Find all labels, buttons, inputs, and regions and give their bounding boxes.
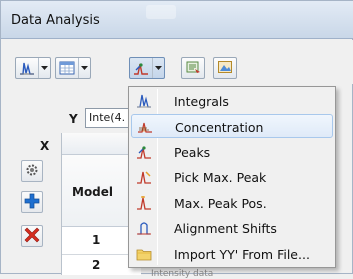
menu-item-label: Integrals: [174, 94, 229, 109]
chevron-down-icon: [78, 58, 90, 78]
close-icon: [24, 227, 40, 246]
add-button[interactable]: [21, 191, 43, 213]
export-button[interactable]: [181, 57, 205, 79]
export-icon: [185, 60, 201, 77]
menu-item-label: Concentration: [175, 120, 264, 135]
x-label: X: [40, 139, 50, 153]
menu-item-label: Pick Max. Peak: [174, 170, 267, 185]
cut-off-row-text: Intensity data: [151, 269, 214, 279]
chevron-down-icon: [152, 58, 164, 78]
menu-item-label: Import YY' From File...: [174, 247, 310, 262]
window-title: Data Analysis: [11, 13, 100, 28]
row-number: 2: [92, 258, 101, 272]
folder-icon: [131, 242, 157, 266]
model-column-header: Model: [72, 185, 114, 199]
row-number: 1: [92, 233, 101, 247]
spectrum-chart-icon: [16, 58, 38, 78]
image-icon: [217, 60, 233, 77]
menu-item-peaks[interactable]: Peaks: [131, 140, 333, 164]
menu-item-label: Max. Peak Pos.: [174, 196, 267, 211]
table-icon: [56, 58, 78, 78]
menu-item-integrals[interactable]: Integrals: [131, 89, 333, 113]
alignment-shifts-icon: [131, 216, 157, 240]
analysis-dropdown[interactable]: [129, 57, 165, 79]
pick-max-peak-icon: [131, 165, 157, 189]
menu-item-label: Alignment Shifts: [174, 221, 277, 236]
integrals-icon: [131, 89, 157, 113]
image-button[interactable]: [213, 57, 237, 79]
max-peak-pos-icon: [131, 191, 157, 215]
menu-item-pick-max-peak[interactable]: Pick Max. Peak: [131, 165, 333, 189]
gear-icon: [25, 163, 39, 180]
chevron-down-icon: [38, 58, 50, 78]
menu-item-max-peak-pos[interactable]: Max. Peak Pos.: [131, 191, 333, 215]
plus-icon: [24, 193, 40, 212]
data-analysis-window: Data Analysis Y Inte(4. X Model 1 2 Inte…: [0, 0, 353, 279]
title-bar: Data Analysis: [1, 1, 353, 39]
concentration-icon: [132, 114, 158, 138]
settings-button[interactable]: [21, 160, 43, 182]
menu-item-import-yy[interactable]: Import YY' From File...: [131, 242, 333, 266]
analysis-dropdown-menu: Integrals Concentration Peaks Pick Max. …: [128, 86, 336, 268]
menu-item-alignment-shifts[interactable]: Alignment Shifts: [131, 216, 333, 240]
toolbar: [1, 40, 353, 84]
chart-type-dropdown[interactable]: [15, 57, 51, 79]
menu-item-label: Peaks: [174, 145, 211, 160]
menu-item-concentration[interactable]: Concentration: [131, 114, 333, 138]
titlebar-blur: [146, 5, 176, 19]
peaks-icon: [131, 140, 157, 164]
delete-button[interactable]: [21, 225, 43, 247]
y-label: Y: [69, 112, 78, 126]
table-view-dropdown[interactable]: [55, 57, 91, 79]
peaks-analysis-icon: [130, 58, 152, 78]
